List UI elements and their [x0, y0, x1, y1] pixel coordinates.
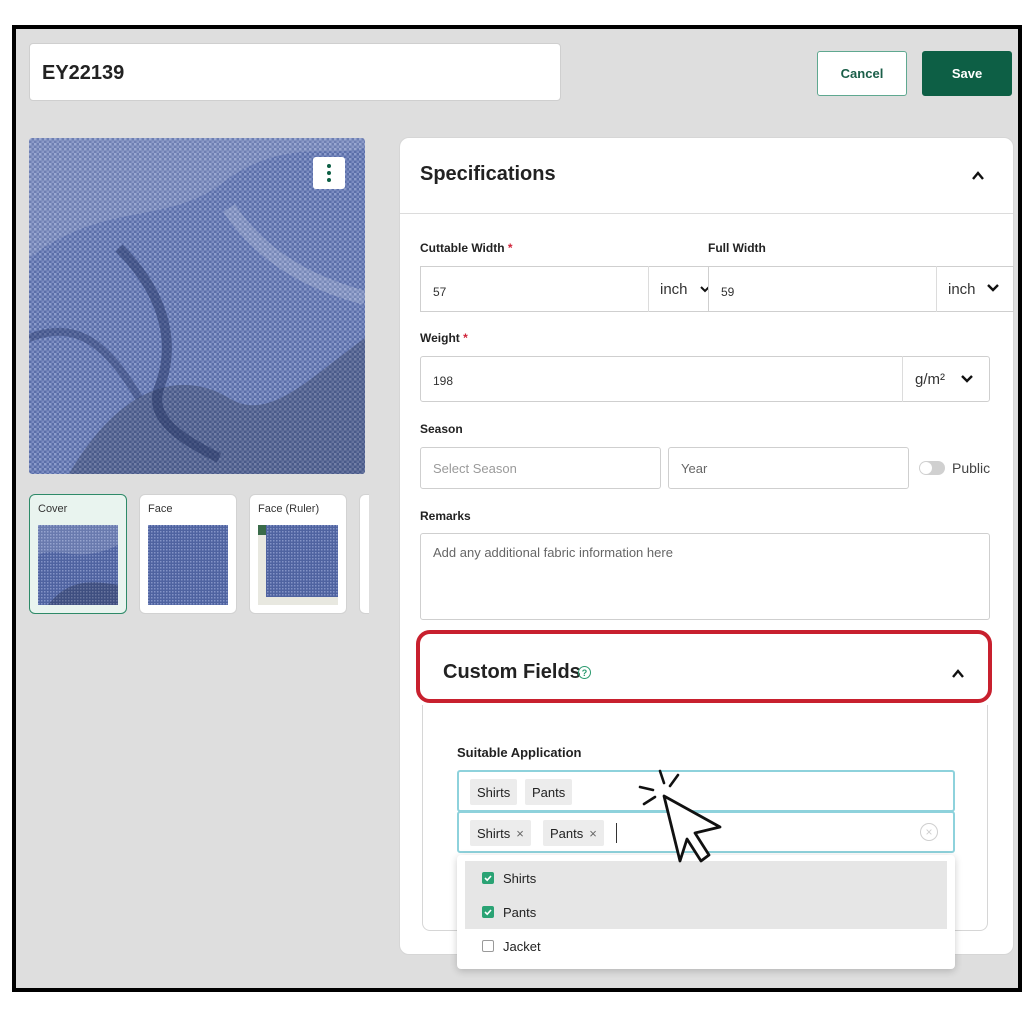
unit-separator [936, 266, 937, 312]
remarks-textarea[interactable]: Add any additional fabric information he… [420, 533, 990, 620]
tag: Shirts [470, 779, 518, 805]
kebab-dot [327, 171, 331, 175]
option-label: Pants [503, 904, 537, 920]
chevron-down-icon[interactable] [960, 373, 974, 385]
fabric-title: EY22139 [42, 62, 125, 84]
selected-tag: Pants × [543, 820, 604, 846]
custom-fields-title: Custom Fields [443, 661, 581, 683]
collapse-chevron-icon[interactable] [951, 667, 965, 681]
section-divider [400, 213, 1013, 214]
weight-label: Weight * [420, 331, 468, 345]
thumbnail-face-ruler[interactable]: Face (Ruler) [249, 494, 347, 614]
cancel-button[interactable]: Cancel [817, 51, 907, 96]
remarks-label: Remarks [420, 509, 471, 523]
public-toggle[interactable] [919, 461, 945, 475]
weight-value: 198 [433, 374, 454, 388]
thumbnail-face-image [148, 525, 228, 605]
collapse-chevron-icon[interactable] [971, 169, 985, 183]
checkbox-unchecked-icon[interactable] [482, 940, 494, 952]
option-shirts[interactable]: Shirts [465, 861, 947, 895]
kebab-dot [327, 164, 331, 168]
unit-separator [648, 266, 649, 312]
save-button[interactable]: Save [922, 51, 1012, 96]
year-input[interactable]: Year [668, 447, 909, 489]
option-pants[interactable]: Pants [465, 895, 947, 929]
thumbnail-label: Cover [38, 503, 68, 515]
weight-input[interactable] [420, 356, 990, 402]
thumbnail-face[interactable]: Face [139, 494, 237, 614]
suitable-application-dropdown: Shirts Pants Jacket [457, 855, 955, 969]
year-placeholder: Year [681, 461, 708, 476]
remove-tag-icon[interactable]: × [516, 826, 524, 841]
clear-icon[interactable]: × [920, 823, 938, 841]
thumbnail-label: Face (Ruler) [258, 503, 320, 515]
full-width-label: Full Width [708, 241, 766, 255]
cuttable-width-value: 57 [433, 285, 447, 299]
chevron-down-icon[interactable] [986, 282, 1000, 294]
suitable-application-label: Suitable Application [457, 745, 582, 760]
mouse-pointer-icon [638, 769, 722, 863]
app-frame: EY22139 Cancel Save Cover Face Face (Rul… [12, 25, 1022, 992]
cuttable-width-unit[interactable]: inch [660, 281, 688, 298]
fabric-title-field[interactable]: EY22139 [29, 43, 561, 101]
season-select[interactable]: Select Season [420, 447, 661, 489]
option-label: Shirts [503, 870, 537, 886]
tag: Pants [525, 779, 573, 805]
remarks-placeholder: Add any additional fabric information he… [433, 545, 673, 560]
specifications-title: Specifications [420, 163, 556, 185]
cuttable-width-label: Cuttable Width * [420, 241, 513, 255]
full-width-value: 59 [721, 285, 735, 299]
weight-unit[interactable]: g/m² [915, 371, 945, 388]
checkbox-checked-icon[interactable] [482, 872, 494, 884]
season-placeholder: Select Season [433, 461, 517, 476]
thumbnail-face-ruler-image [258, 525, 338, 605]
season-label: Season [420, 422, 463, 436]
remove-tag-icon[interactable]: × [589, 826, 597, 841]
public-label: Public [952, 460, 991, 476]
thumbnail-label: Face [148, 503, 173, 515]
unit-separator [902, 356, 903, 402]
thumbnail-partial[interactable] [359, 494, 369, 614]
kebab-dot [327, 178, 331, 182]
thumbnail-cover[interactable]: Cover [29, 494, 127, 614]
help-icon[interactable]: ? [578, 666, 591, 679]
thumbnail-cover-image [38, 525, 118, 605]
option-label: Jacket [503, 938, 541, 954]
image-options-button[interactable] [313, 157, 345, 189]
selected-tag: Shirts × [470, 820, 531, 846]
option-jacket[interactable]: Jacket [465, 929, 947, 963]
text-cursor [616, 823, 617, 843]
checkbox-checked-icon[interactable] [482, 906, 494, 918]
full-width-unit[interactable]: inch [948, 281, 976, 298]
